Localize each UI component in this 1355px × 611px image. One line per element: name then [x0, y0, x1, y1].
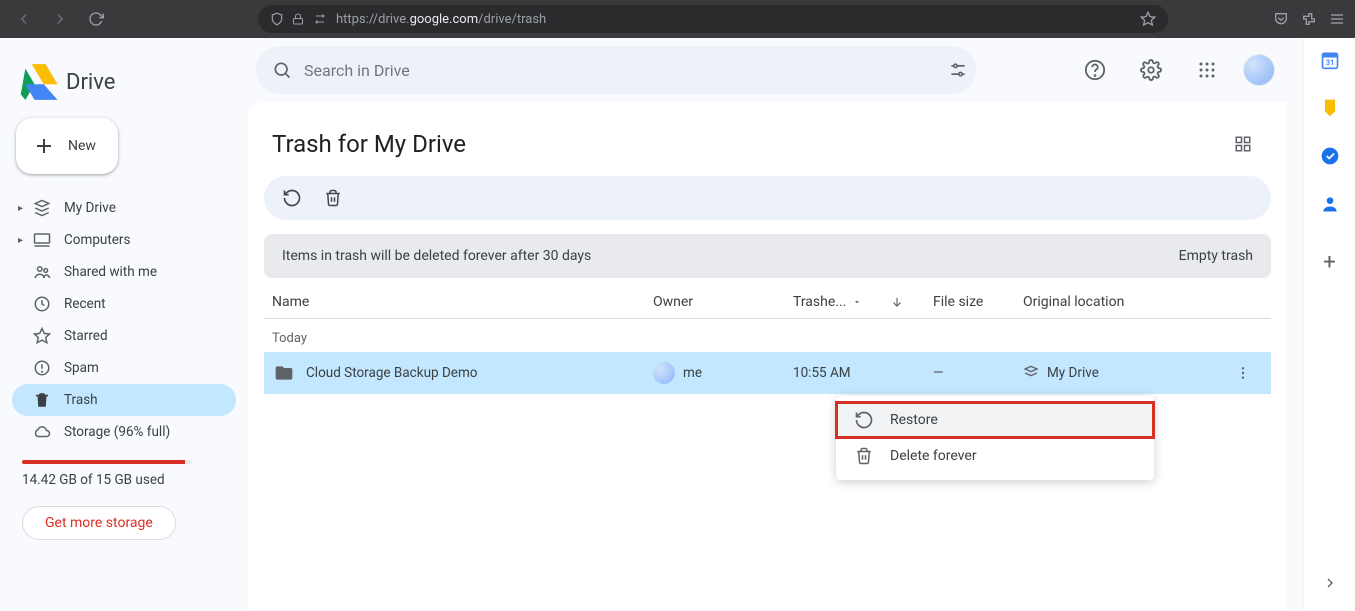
- col-size[interactable]: File size: [933, 294, 1023, 310]
- sidebar-item-storage[interactable]: Storage (96% full): [12, 416, 236, 448]
- drive-brand[interactable]: Drive: [12, 46, 236, 114]
- new-button-label: New: [68, 138, 96, 154]
- grid-view-icon[interactable]: [1223, 124, 1263, 164]
- browser-forward[interactable]: [46, 5, 74, 33]
- sidebar-item-mydrive[interactable]: ▸ My Drive: [12, 192, 236, 224]
- get-more-storage-button[interactable]: Get more storage: [22, 506, 176, 540]
- url-bar[interactable]: https://drive.google.com/drive/trash: [258, 5, 1168, 33]
- notice-text: Items in trash will be deleted forever a…: [282, 248, 591, 264]
- recent-icon: [32, 295, 52, 313]
- trash-notice: Items in trash will be deleted forever a…: [264, 234, 1271, 278]
- contacts-icon[interactable]: [1320, 194, 1340, 214]
- tasks-icon[interactable]: [1320, 146, 1340, 166]
- sidebar-item-recent[interactable]: Recent: [12, 288, 236, 320]
- context-restore-label: Restore: [890, 412, 938, 428]
- search-box[interactable]: [256, 46, 976, 94]
- trash-icon: [32, 391, 52, 409]
- restore-icon: [854, 410, 874, 430]
- col-trashed[interactable]: Trashe...: [793, 294, 933, 310]
- col-name[interactable]: Name: [272, 294, 653, 310]
- owner-avatar-icon: [653, 362, 675, 384]
- search-options-icon[interactable]: [948, 60, 968, 80]
- brand-name: Drive: [66, 70, 115, 95]
- context-menu: Restore Delete forever: [836, 396, 1154, 480]
- caret-icon: ▸: [18, 203, 23, 214]
- sidebar-item-label: Trash: [64, 392, 98, 408]
- sidebar-item-computers[interactable]: ▸ Computers: [12, 224, 236, 256]
- url-text: https://drive.google.com/drive/trash: [336, 12, 1132, 27]
- delete-forever-icon[interactable]: [324, 188, 342, 208]
- computers-icon: [32, 231, 52, 249]
- restore-icon[interactable]: [282, 188, 302, 208]
- account-avatar[interactable]: [1243, 54, 1275, 86]
- settings-icon[interactable]: [1131, 50, 1171, 90]
- trash-icon: [854, 446, 874, 466]
- browser-toolbar: https://drive.google.com/drive/trash: [0, 0, 1355, 38]
- mydrive-icon: [32, 199, 52, 217]
- sidebar-item-shared[interactable]: Shared with me: [12, 256, 236, 288]
- pocket-icon[interactable]: [1273, 11, 1289, 27]
- shared-icon: [32, 263, 52, 281]
- search-input[interactable]: [304, 61, 936, 80]
- folder-icon: [272, 363, 296, 383]
- menu-icon[interactable]: [1329, 11, 1345, 27]
- topbar: [248, 38, 1287, 102]
- shield-icon: [270, 12, 284, 26]
- col-owner[interactable]: Owner: [653, 294, 793, 310]
- permissions-icon: [312, 13, 328, 25]
- sidebar-item-trash[interactable]: Trash: [12, 384, 236, 416]
- collapse-panel-icon[interactable]: [1322, 575, 1338, 591]
- page-title: Trash for My Drive: [272, 130, 466, 158]
- empty-trash-button[interactable]: Empty trash: [1179, 248, 1253, 264]
- sidebar-item-label: Shared with me: [64, 264, 157, 280]
- context-delete-forever[interactable]: Delete forever: [836, 438, 1154, 474]
- caret-icon: ▸: [18, 235, 23, 246]
- main: Trash for My Drive Items in trash will b…: [248, 38, 1303, 611]
- drive-logo-icon: [18, 62, 58, 102]
- right-side-panel: 31 +: [1303, 38, 1355, 611]
- browser-reload[interactable]: [82, 5, 110, 33]
- spam-icon: [32, 359, 52, 377]
- new-button[interactable]: New: [16, 118, 118, 174]
- keep-icon[interactable]: [1320, 98, 1340, 118]
- calendar-icon[interactable]: 31: [1320, 50, 1340, 70]
- column-headers: Name Owner Trashe... File size Original …: [264, 286, 1271, 319]
- sidebar-item-spam[interactable]: Spam: [12, 352, 236, 384]
- star-icon: [32, 327, 52, 345]
- row-owner: me: [653, 362, 793, 384]
- cloud-icon: [32, 423, 52, 441]
- row-trashed: 10:55 AM: [793, 365, 933, 381]
- row-location[interactable]: My Drive: [1023, 365, 1223, 381]
- svg-text:31: 31: [1325, 58, 1334, 67]
- bookmark-icon[interactable]: [1140, 11, 1156, 27]
- sidebar-item-label: Starred: [64, 328, 108, 344]
- extensions-icon[interactable]: [1301, 11, 1317, 27]
- sidebar-item-starred[interactable]: Starred: [12, 320, 236, 352]
- group-today: Today: [264, 319, 1271, 352]
- apps-icon[interactable]: [1187, 50, 1227, 90]
- context-restore[interactable]: Restore: [836, 402, 1154, 438]
- sidebar-item-label: My Drive: [64, 200, 116, 216]
- help-icon[interactable]: [1075, 50, 1115, 90]
- add-addon-icon[interactable]: +: [1323, 250, 1335, 275]
- context-delete-label: Delete forever: [890, 448, 977, 464]
- storage-text: 14.42 GB of 15 GB used: [22, 472, 226, 488]
- sidebar-item-label: Spam: [64, 360, 99, 376]
- browser-back[interactable]: [10, 5, 38, 33]
- sidebar-item-label: Storage (96% full): [64, 424, 170, 440]
- sidebar-item-label: Computers: [64, 232, 130, 248]
- sidebar-item-label: Recent: [64, 296, 106, 312]
- sidebar: Drive New ▸ My Drive ▸ Computers Shared …: [0, 38, 248, 611]
- row-size: —: [933, 365, 1023, 381]
- storage-bar: [22, 460, 192, 464]
- table-row[interactable]: Cloud Storage Backup Demo me 10:55 AM — …: [264, 352, 1271, 394]
- col-location[interactable]: Original location: [1023, 294, 1223, 310]
- search-icon: [272, 60, 292, 80]
- selection-action-bar: [264, 176, 1271, 220]
- row-name: Cloud Storage Backup Demo: [306, 365, 653, 381]
- row-more-icon[interactable]: [1223, 365, 1263, 381]
- lock-icon: [292, 12, 304, 26]
